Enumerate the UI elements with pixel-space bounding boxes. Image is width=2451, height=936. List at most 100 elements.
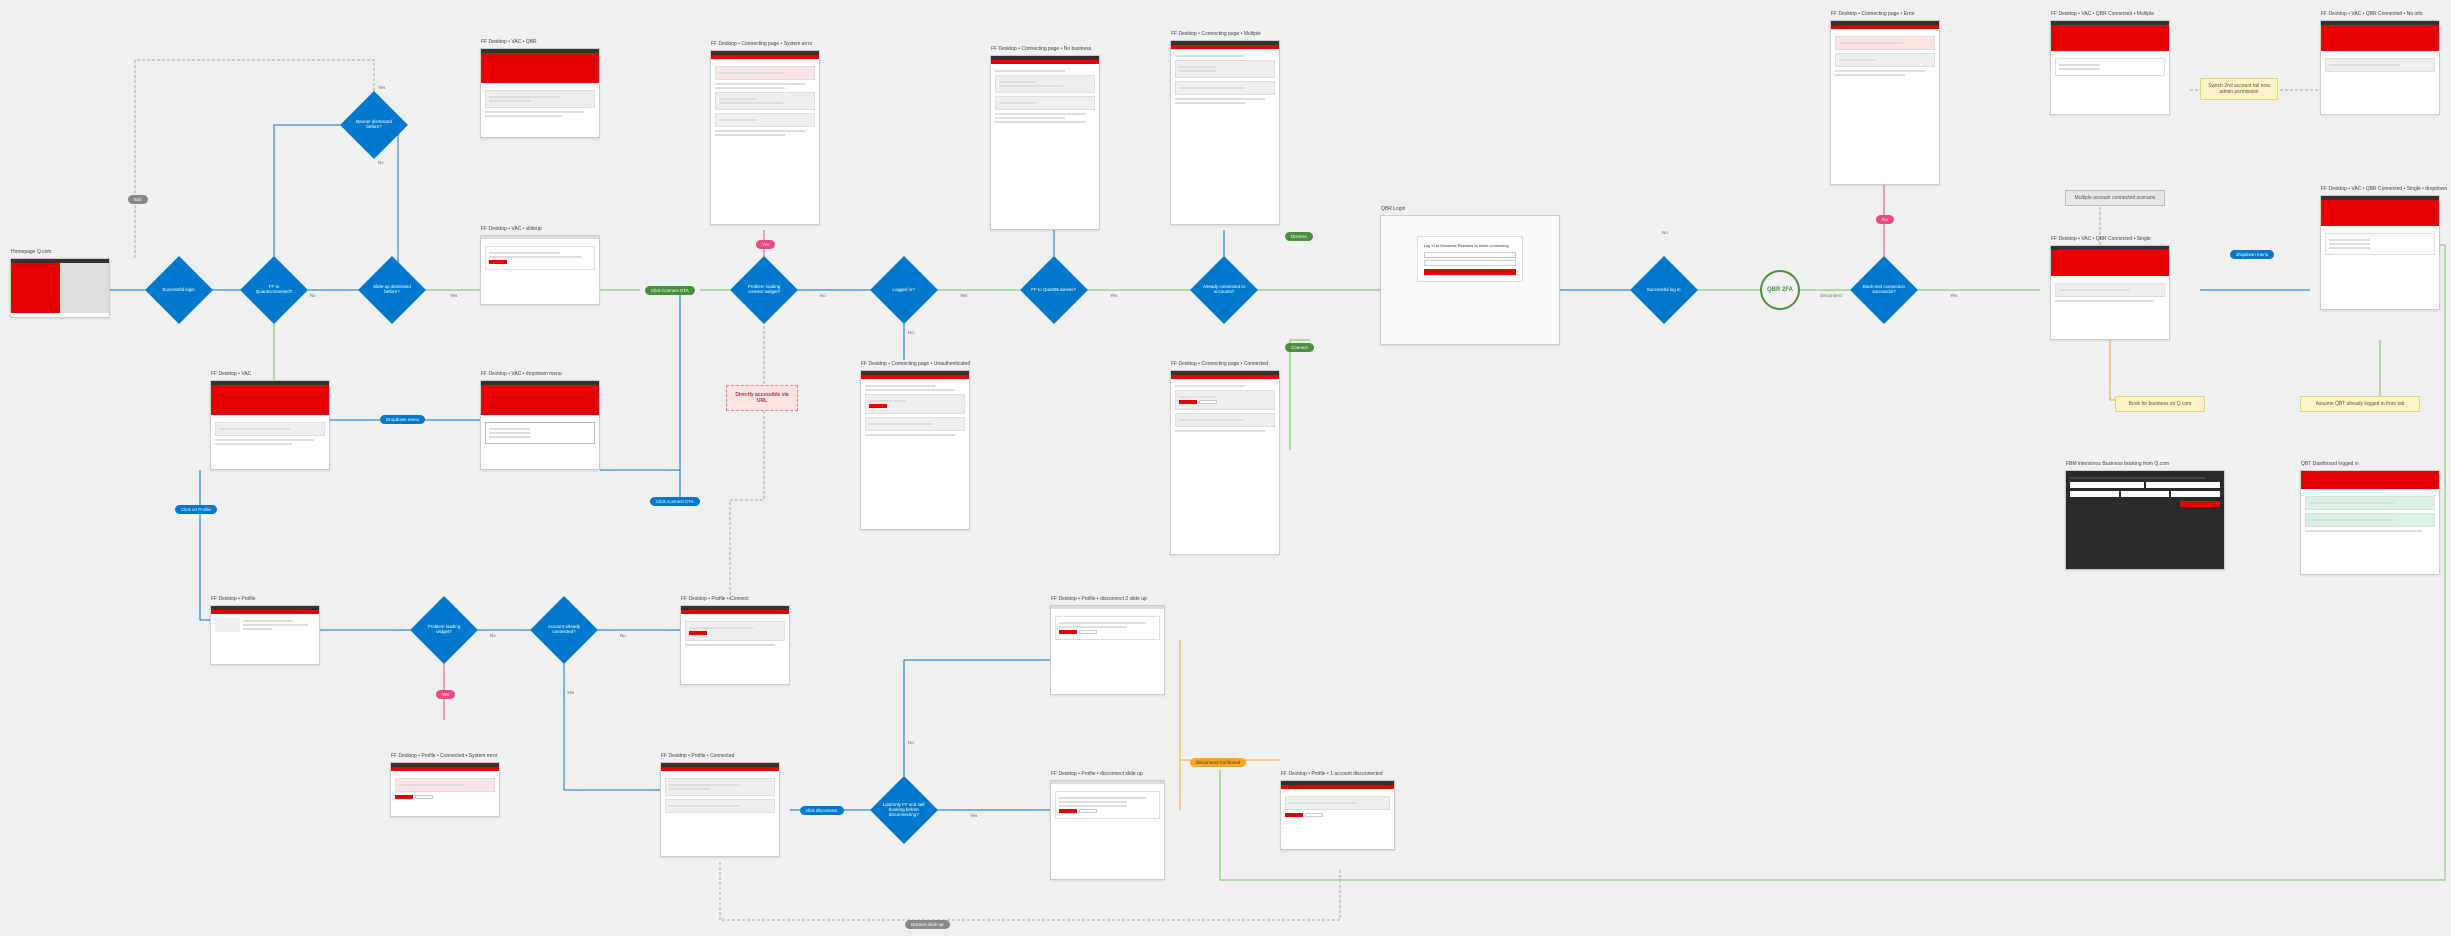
thumb-profile-connect[interactable]: FF Desktop • Profile • Connect [680,605,790,685]
thumb-profile-connected[interactable]: FF Desktop • Profile • Connected [660,762,780,857]
pill-exit: Exit [128,195,148,204]
label-profile-connected: FF Desktop • Profile • Connected [661,753,734,759]
decision-last-ff-label: Last/only FF and self booking before dis… [880,803,928,818]
qbr-login-title: Log In to Business Rewards to finish con… [1424,243,1517,248]
label-qbr-c-noinfo: FF Desktop • VAC • QBR Connected • No in… [2321,11,2423,17]
thumb-profile-syserror[interactable]: FF Desktop • Profile • Connected • Syste… [390,762,500,817]
thumb-connect-nobiz[interactable]: FF Desktop • Connecting page • No busine… [990,55,1100,230]
label-qbt-dash: QBT Dashboard logged in [2301,461,2359,467]
pill-dd-menu2: dropdown menu [2230,250,2274,259]
thumb-vac-qbr[interactable]: FF Desktop • VAC • QBR [480,48,600,138]
node-qbr-2fa-label: QBR 2FA [1767,287,1793,293]
decision-problem: Problem loading connect widget? [730,256,798,324]
label-qbr-c-single-dd: FF Desktop • VAC • QBR Connected • Singl… [2321,186,2447,192]
note-switch-2nd: Switch 2nd account fail now admin permis… [2200,78,2278,100]
thumb-qbr-c-noinfo[interactable]: FF Desktop • VAC • QBR Connected • No in… [2320,20,2440,115]
label-connect-connected: FF Desktop • Connecting page • Connected [1171,361,1268,367]
label-vac: FF Desktop • VAC [211,371,251,377]
thumb-qbr-c-single[interactable]: FF Desktop • VAC • QBR Connected • Singl… [2050,245,2170,340]
thumb-connect-multiple[interactable]: FF Desktop • Connecting page • Multiple [1170,40,1280,225]
pill-dismiss: Dismiss [1285,232,1313,241]
pill-no-be: No [1876,215,1894,224]
label-connect-nobiz: FF Desktop • Connecting page • No busine… [991,46,1091,52]
label-qbr-login: QBR Login [1381,206,1405,212]
decision-ff-consent-label: FF to QuantConsented? [250,285,298,295]
edge-yes-1b: Yes [450,293,457,298]
label-connect-error2: FF Desktop • Connecting page • Error [1831,11,1915,17]
thumb-profile[interactable]: FF Desktop • Profile [210,605,320,665]
pill-click-profile: Click on Profile [175,505,217,514]
thumb-qbr-login[interactable]: QBR Login Log In to Business Rewards to … [1380,215,1560,345]
node-qbr-2fa: QBR 2FA [1760,270,1800,310]
decision-dismissed-label: Banner dismissed before? [350,120,398,130]
pill-yes-problem: Yes [756,240,775,249]
thumb-profile-disc2[interactable]: FF Desktop • Profile • disconnect 2 slid… [1050,605,1165,695]
label-connect-syserror: FF Desktop • Connecting page • System er… [711,41,812,47]
label-profile: FF Desktop • Profile [211,596,256,602]
thumb-homepage[interactable]: Homepage Q.com [10,258,110,318]
thumb-profile-1acc-disc[interactable]: FF Desktop • Profile • 1 account disconn… [1280,780,1395,850]
thumb-qbr-c-multi[interactable]: FF Desktop • VAC • QBR Connected • Multi… [2050,20,2170,115]
decision-loggedin: Logged in? [870,256,938,324]
edge-yes-li: Yes [960,293,967,298]
label-vac-dropdown: FF Desktop • VAC • dropdown menu [481,371,562,377]
label-profile-1acc-disc: FF Desktop • Profile • 1 account disconn… [1281,771,1383,777]
note-assume-qbt: Assume QBT already logged in from tab [2300,396,2420,412]
edge-yes-1: Yes [378,85,385,90]
decision-dismissed: Banner dismissed before? [340,91,408,159]
decision-qbr-login: Successful log in [1630,256,1698,324]
decision-ff-business: FF to QuantBusiness? [1020,256,1088,324]
edge-yes-acc: Yes [567,690,574,695]
thumb-fbm-biz[interactable]: FBM interstress Business booking from Q.… [2065,470,2225,570]
pill-click-disc: click disconnect [800,806,844,815]
note-book-biz: Book for business on Q.com [2115,396,2205,412]
label-homepage: Homepage Q.com [11,249,52,255]
edge-no-li: No [908,330,914,335]
qbr-password[interactable] [1424,260,1517,266]
flow-canvas[interactable]: Homepage Q.com Successful login FF to Qu… [0,0,2451,936]
decision-login: Successful login [145,256,213,324]
pill-click-connect2: Click Connect CTA [650,497,700,506]
edge-yes-lff: Yes [970,813,977,818]
label-connect-unauth: FF Desktop • Connecting page • Unauthent… [861,361,970,367]
label-profile-connect: FF Desktop • Profile • Connect [681,596,749,602]
decision-loggedin-label: Logged in? [880,288,928,293]
label-profile-disc2: FF Desktop • Profile • disconnect 2 slid… [1051,596,1147,602]
decision-ff-consent: FF to QuantConsented? [240,256,308,324]
decision-acc-connected-label: Account already connected? [540,625,588,635]
note-directly-accessible: Directly accessible via URL [726,385,798,411]
label-qbr-c-single: FF Desktop • VAC • QBR Connected • Singl… [2051,236,2151,242]
label-vac-qbr: FF Desktop • VAC • QBR [481,39,537,45]
decision-backend: Back-end connection successful? [1850,256,1918,324]
pill-connect: Connect [1285,343,1314,352]
decision-last-ff: Last/only FF and self booking before dis… [870,776,938,844]
note-multiple-scenario: Multiple account connected scenario [2065,190,2165,206]
thumb-qbt-dash[interactable]: QBT Dashboard logged in [2300,470,2440,575]
thumb-profile-disc-slide[interactable]: FF Desktop • Profile • disconnect slide … [1050,780,1165,880]
thumb-qbr-c-single-dd[interactable]: FF Desktop • VAC • QBR Connected • Singl… [2320,195,2440,310]
decision-ff-business-label: FF to QuantBusiness? [1030,288,1078,293]
thumb-vac[interactable]: FF Desktop • VAC [210,380,330,470]
qbr-email[interactable] [1424,252,1517,258]
decision-slideup-dismissed: Slide-up dismissed before? [358,256,426,324]
edge-yes-fb: Yes [1110,293,1117,298]
thumb-connect-syserror[interactable]: FF Desktop • Connecting page • System er… [710,50,820,225]
decision-loading-label: Problem loading widget? [420,625,468,635]
qbr-login-btn[interactable] [1424,269,1517,275]
decision-already: Already connected to accounts? [1190,256,1258,324]
thumb-vac-dropdown[interactable]: FF Desktop • VAC • dropdown menu [480,380,600,470]
thumb-connect-connected[interactable]: FF Desktop • Connecting page • Connected [1170,370,1280,555]
thumb-connect-error2[interactable]: FF Desktop • Connecting page • Error [1830,20,1940,185]
thumb-connect-unauth[interactable]: FF Desktop • Connecting page • Unauthent… [860,370,970,530]
label-vac-slideup: FF Desktop • VAC • slideup [481,226,542,232]
label-qbr-c-multi: FF Desktop • VAC • QBR Connected • Multi… [2051,11,2154,17]
decision-backend-label: Back-end connection successful? [1860,285,1908,295]
edge-no-1: No [378,160,384,165]
pill-click-connect: Click Connect CTA [645,286,695,295]
edge-no-qbrl: No [1662,230,1668,235]
thumb-vac-slideup[interactable]: FF Desktop • VAC • slideup [480,235,600,305]
decision-slideup-dismissed-label: Slide-up dismissed before? [368,285,416,295]
edge-disconnect: Disconnect [1820,293,1842,298]
decision-login-label: Successful login [155,288,203,293]
decision-problem-label: Problem loading connect widget? [740,285,788,295]
